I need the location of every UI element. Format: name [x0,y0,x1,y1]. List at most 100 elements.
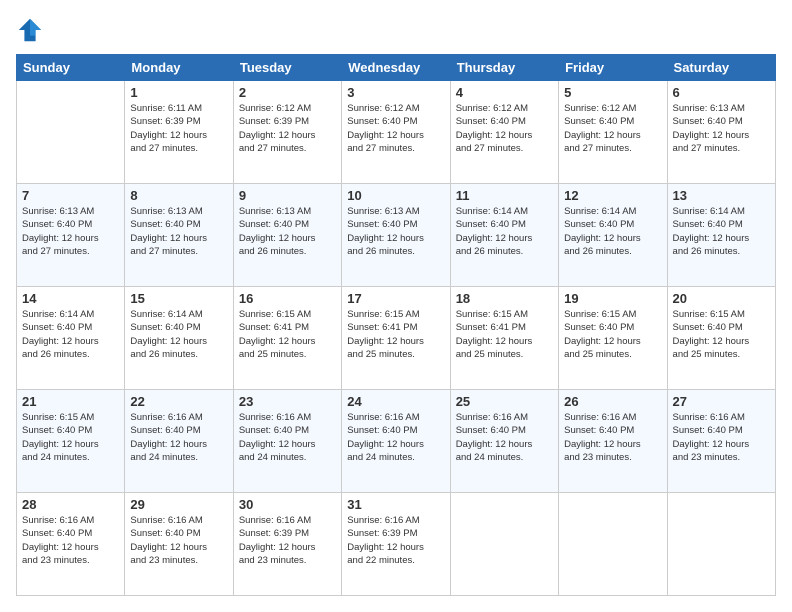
calendar-header-sunday: Sunday [17,55,125,81]
day-number: 28 [22,497,119,512]
day-info: Sunrise: 6:13 AM Sunset: 6:40 PM Dayligh… [673,102,770,155]
calendar-week-row: 28 Sunrise: 6:16 AM Sunset: 6:40 PM Dayli… [17,493,776,596]
logo [16,16,48,44]
day-info: Sunrise: 6:14 AM Sunset: 6:40 PM Dayligh… [22,308,119,361]
calendar-cell: 13 Sunrise: 6:14 AM Sunset: 6:40 PM Dayli… [667,184,775,287]
calendar-cell: 25 Sunrise: 6:16 AM Sunset: 6:40 PM Dayli… [450,390,558,493]
day-number: 21 [22,394,119,409]
day-info: Sunrise: 6:13 AM Sunset: 6:40 PM Dayligh… [22,205,119,258]
day-number: 9 [239,188,336,203]
calendar-cell: 12Sunrise: 6:14 AM Sunset: 6:40 PM Dayli… [559,184,667,287]
day-info: Sunrise: 6:16 AM Sunset: 6:40 PM Dayligh… [673,411,770,464]
calendar-cell: 7Sunrise: 6:13 AM Sunset: 6:40 PM Daylig… [17,184,125,287]
logo-icon [16,16,44,44]
day-number: 24 [347,394,444,409]
calendar-cell: 14 Sunrise: 6:14 AM Sunset: 6:40 PM Dayli… [17,287,125,390]
day-info: Sunrise: 6:12 AM Sunset: 6:40 PM Dayligh… [347,102,444,155]
day-info: Sunrise: 6:16 AM Sunset: 6:40 PM Dayligh… [22,514,119,567]
calendar-cell: 30 Sunrise: 6:16 AM Sunset: 6:39 PM Dayli… [233,493,341,596]
calendar-cell: 26 Sunrise: 6:16 AM Sunset: 6:40 PM Dayli… [559,390,667,493]
day-info: Sunrise: 6:15 AM Sunset: 6:41 PM Dayligh… [347,308,444,361]
day-number: 10 [347,188,444,203]
day-number: 15 [130,291,227,306]
day-number: 26 [564,394,661,409]
day-info: Sunrise: 6:15 AM Sunset: 6:41 PM Dayligh… [239,308,336,361]
calendar-cell: 21 Sunrise: 6:15 AM Sunset: 6:40 PM Dayli… [17,390,125,493]
calendar-cell: 3 Sunrise: 6:12 AM Sunset: 6:40 PM Daylig… [342,81,450,184]
day-number: 22 [130,394,227,409]
day-number: 25 [456,394,553,409]
calendar-cell: 10 Sunrise: 6:13 AM Sunset: 6:40 PM Dayli… [342,184,450,287]
day-info: Sunrise: 6:13 AM Sunset: 6:40 PM Dayligh… [239,205,336,258]
calendar-header-monday: Monday [125,55,233,81]
calendar-cell: 6 Sunrise: 6:13 AM Sunset: 6:40 PM Daylig… [667,81,775,184]
calendar-cell [17,81,125,184]
calendar-table: SundayMondayTuesdayWednesdayThursdayFrid… [16,54,776,596]
day-number: 5 [564,85,661,100]
calendar-cell: 18Sunrise: 6:15 AM Sunset: 6:41 PM Dayli… [450,287,558,390]
day-info: Sunrise: 6:16 AM Sunset: 6:40 PM Dayligh… [130,411,227,464]
day-number: 14 [22,291,119,306]
day-info: Sunrise: 6:16 AM Sunset: 6:40 PM Dayligh… [347,411,444,464]
day-number: 13 [673,188,770,203]
day-info: Sunrise: 6:13 AM Sunset: 6:40 PM Dayligh… [130,205,227,258]
day-number: 1 [130,85,227,100]
header [16,16,776,44]
day-number: 27 [673,394,770,409]
calendar-header-friday: Friday [559,55,667,81]
day-number: 17 [347,291,444,306]
calendar-cell: 4 Sunrise: 6:12 AM Sunset: 6:40 PM Daylig… [450,81,558,184]
calendar-header-tuesday: Tuesday [233,55,341,81]
calendar-cell: 1 Sunrise: 6:11 AM Sunset: 6:39 PM Daylig… [125,81,233,184]
calendar-cell: 24 Sunrise: 6:16 AM Sunset: 6:40 PM Dayli… [342,390,450,493]
calendar-cell [450,493,558,596]
day-info: Sunrise: 6:14 AM Sunset: 6:40 PM Dayligh… [456,205,553,258]
day-number: 4 [456,85,553,100]
calendar-cell: 2Sunrise: 6:12 AM Sunset: 6:39 PM Daylig… [233,81,341,184]
calendar-week-row: 21 Sunrise: 6:15 AM Sunset: 6:40 PM Dayli… [17,390,776,493]
calendar-cell: 9 Sunrise: 6:13 AM Sunset: 6:40 PM Daylig… [233,184,341,287]
day-number: 29 [130,497,227,512]
calendar-cell: 8Sunrise: 6:13 AM Sunset: 6:40 PM Daylig… [125,184,233,287]
day-info: Sunrise: 6:14 AM Sunset: 6:40 PM Dayligh… [673,205,770,258]
day-info: Sunrise: 6:16 AM Sunset: 6:39 PM Dayligh… [239,514,336,567]
day-info: Sunrise: 6:12 AM Sunset: 6:40 PM Dayligh… [456,102,553,155]
calendar-header-thursday: Thursday [450,55,558,81]
calendar-cell [559,493,667,596]
day-number: 20 [673,291,770,306]
calendar-week-row: 14 Sunrise: 6:14 AM Sunset: 6:40 PM Dayli… [17,287,776,390]
calendar-week-row: 7Sunrise: 6:13 AM Sunset: 6:40 PM Daylig… [17,184,776,287]
day-info: Sunrise: 6:15 AM Sunset: 6:40 PM Dayligh… [673,308,770,361]
calendar-header-saturday: Saturday [667,55,775,81]
day-number: 16 [239,291,336,306]
day-info: Sunrise: 6:16 AM Sunset: 6:40 PM Dayligh… [456,411,553,464]
day-info: Sunrise: 6:15 AM Sunset: 6:40 PM Dayligh… [22,411,119,464]
calendar-cell: 19Sunrise: 6:15 AM Sunset: 6:40 PM Dayli… [559,287,667,390]
day-number: 3 [347,85,444,100]
calendar-week-row: 1 Sunrise: 6:11 AM Sunset: 6:39 PM Daylig… [17,81,776,184]
day-number: 6 [673,85,770,100]
calendar-cell: 11 Sunrise: 6:14 AM Sunset: 6:40 PM Dayli… [450,184,558,287]
page: SundayMondayTuesdayWednesdayThursdayFrid… [0,0,792,612]
calendar-cell: 17 Sunrise: 6:15 AM Sunset: 6:41 PM Dayli… [342,287,450,390]
day-number: 11 [456,188,553,203]
day-info: Sunrise: 6:15 AM Sunset: 6:41 PM Dayligh… [456,308,553,361]
day-info: Sunrise: 6:16 AM Sunset: 6:40 PM Dayligh… [130,514,227,567]
calendar-cell: 28 Sunrise: 6:16 AM Sunset: 6:40 PM Dayli… [17,493,125,596]
day-info: Sunrise: 6:16 AM Sunset: 6:40 PM Dayligh… [564,411,661,464]
calendar-cell: 31Sunrise: 6:16 AM Sunset: 6:39 PM Dayli… [342,493,450,596]
calendar-header-row: SundayMondayTuesdayWednesdayThursdayFrid… [17,55,776,81]
calendar-cell: 5Sunrise: 6:12 AM Sunset: 6:40 PM Daylig… [559,81,667,184]
calendar-cell: 23 Sunrise: 6:16 AM Sunset: 6:40 PM Dayli… [233,390,341,493]
day-info: Sunrise: 6:16 AM Sunset: 6:40 PM Dayligh… [239,411,336,464]
calendar-cell: 15 Sunrise: 6:14 AM Sunset: 6:40 PM Dayli… [125,287,233,390]
calendar-cell: 16 Sunrise: 6:15 AM Sunset: 6:41 PM Dayli… [233,287,341,390]
day-number: 19 [564,291,661,306]
day-info: Sunrise: 6:14 AM Sunset: 6:40 PM Dayligh… [130,308,227,361]
day-info: Sunrise: 6:14 AM Sunset: 6:40 PM Dayligh… [564,205,661,258]
day-info: Sunrise: 6:13 AM Sunset: 6:40 PM Dayligh… [347,205,444,258]
day-number: 23 [239,394,336,409]
day-info: Sunrise: 6:11 AM Sunset: 6:39 PM Dayligh… [130,102,227,155]
day-number: 30 [239,497,336,512]
day-info: Sunrise: 6:16 AM Sunset: 6:39 PM Dayligh… [347,514,444,567]
